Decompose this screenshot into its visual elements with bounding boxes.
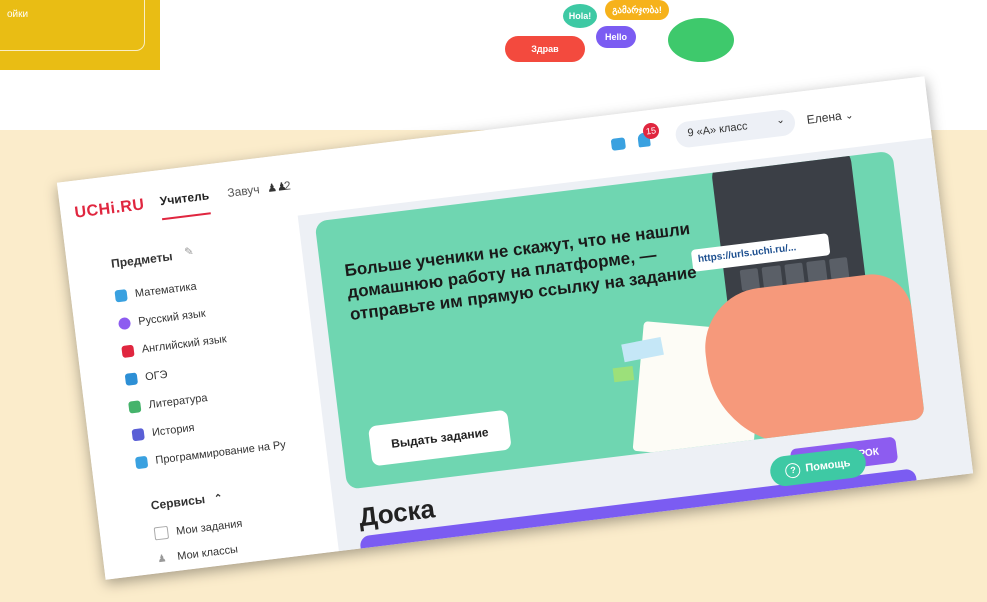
sidebar-item-english[interactable]: Английский язык	[121, 333, 228, 359]
subjects-title: Предметы	[110, 249, 174, 271]
russian-icon	[117, 316, 132, 331]
class-selector-label: 9 «А» класс	[686, 120, 749, 140]
sidebar-item-literature[interactable]: Литература	[128, 392, 208, 414]
user-menu[interactable]: Елена ⌄	[806, 107, 854, 127]
english-icon	[121, 344, 135, 359]
sidebar-item-label: Литература	[147, 392, 209, 412]
sidebar-item-label: История	[151, 421, 196, 439]
purple-bubble-text: Hello	[604, 32, 627, 42]
help-label: Помощь	[804, 457, 852, 475]
purple-bubble: Hello	[596, 26, 636, 48]
hola-bubble: Hola!	[563, 4, 597, 28]
tab-zavuch[interactable]: Завуч	[227, 182, 261, 200]
chevron-up-icon: ⌃	[213, 492, 224, 505]
sidebar-item-label: Мои классы	[176, 543, 239, 563]
promo-banner: https://urls.uchi.ru/... Больше ученики …	[314, 150, 926, 490]
georgian-bubble-text: გამარჯობა!	[612, 4, 662, 15]
assign-task-button[interactable]: Выдать задание	[367, 409, 512, 467]
math-icon	[114, 289, 128, 303]
georgian-bubble: გამარჯობა!	[605, 0, 669, 20]
literature-icon	[128, 400, 142, 414]
sidebar-item-programming[interactable]: Программирование на Ру	[134, 438, 287, 470]
green-bubble	[668, 18, 734, 62]
sidebar-item-label: Английский язык	[141, 333, 228, 356]
chevron-down-icon: ⌄	[775, 114, 786, 127]
oge-icon	[124, 372, 139, 386]
programming-icon	[134, 455, 149, 470]
class-selector[interactable]: 9 «А» класс ⌄	[674, 108, 797, 149]
sidebar-item-math[interactable]: Математика	[114, 281, 197, 303]
sidebar: Предметы ✎ Математика Русский язык Англи…	[64, 215, 339, 580]
sticker-illustration	[612, 365, 635, 383]
tab-teacher[interactable]: Учитель	[159, 188, 212, 221]
yellow-panel-text: ойки	[0, 0, 145, 51]
user-name: Елена	[805, 108, 843, 127]
sidebar-item-label: ОГЭ	[144, 368, 169, 384]
sidebar-item-my-tasks[interactable]: Мои задания	[153, 517, 243, 541]
banner-text: Больше ученики не скажут, что не нашли д…	[343, 219, 698, 325]
board-title: Доска	[357, 493, 437, 533]
history-icon	[131, 428, 145, 442]
pencil-icon[interactable]: ✎	[184, 245, 195, 259]
services-toggle[interactable]: Сервисы ⌃	[150, 490, 223, 513]
chevron-down-icon: ⌄	[844, 110, 855, 123]
zavuch-count: 2	[283, 178, 292, 194]
sidebar-item-history[interactable]: История	[131, 421, 196, 442]
sidebar-item-label: Русский язык	[137, 307, 207, 328]
sidebar-item-oge[interactable]: ОГЭ	[124, 368, 169, 386]
tasks-icon	[153, 525, 170, 541]
hola-bubble-text: Hola!	[568, 11, 592, 21]
sidebar-item-label: Программирование на Ру	[154, 438, 287, 467]
services-title: Сервисы	[150, 492, 206, 513]
sidebar-item-russian[interactable]: Русский язык	[117, 307, 207, 331]
sidebar-item-label: Математика	[134, 280, 198, 301]
red-bubble: Здрав	[505, 36, 585, 62]
classes-icon: ♟	[156, 552, 168, 565]
red-bubble-text: Здрав	[531, 44, 559, 54]
logo[interactable]: UCHi.RU	[74, 196, 146, 222]
question-icon: ?	[784, 461, 802, 479]
yellow-panel: ойки	[0, 0, 160, 70]
sidebar-item-label: Мои задания	[175, 517, 243, 538]
chat-icon[interactable]	[610, 137, 627, 151]
sidebar-item-my-classes[interactable]: ♟ Мои классы	[157, 543, 239, 565]
